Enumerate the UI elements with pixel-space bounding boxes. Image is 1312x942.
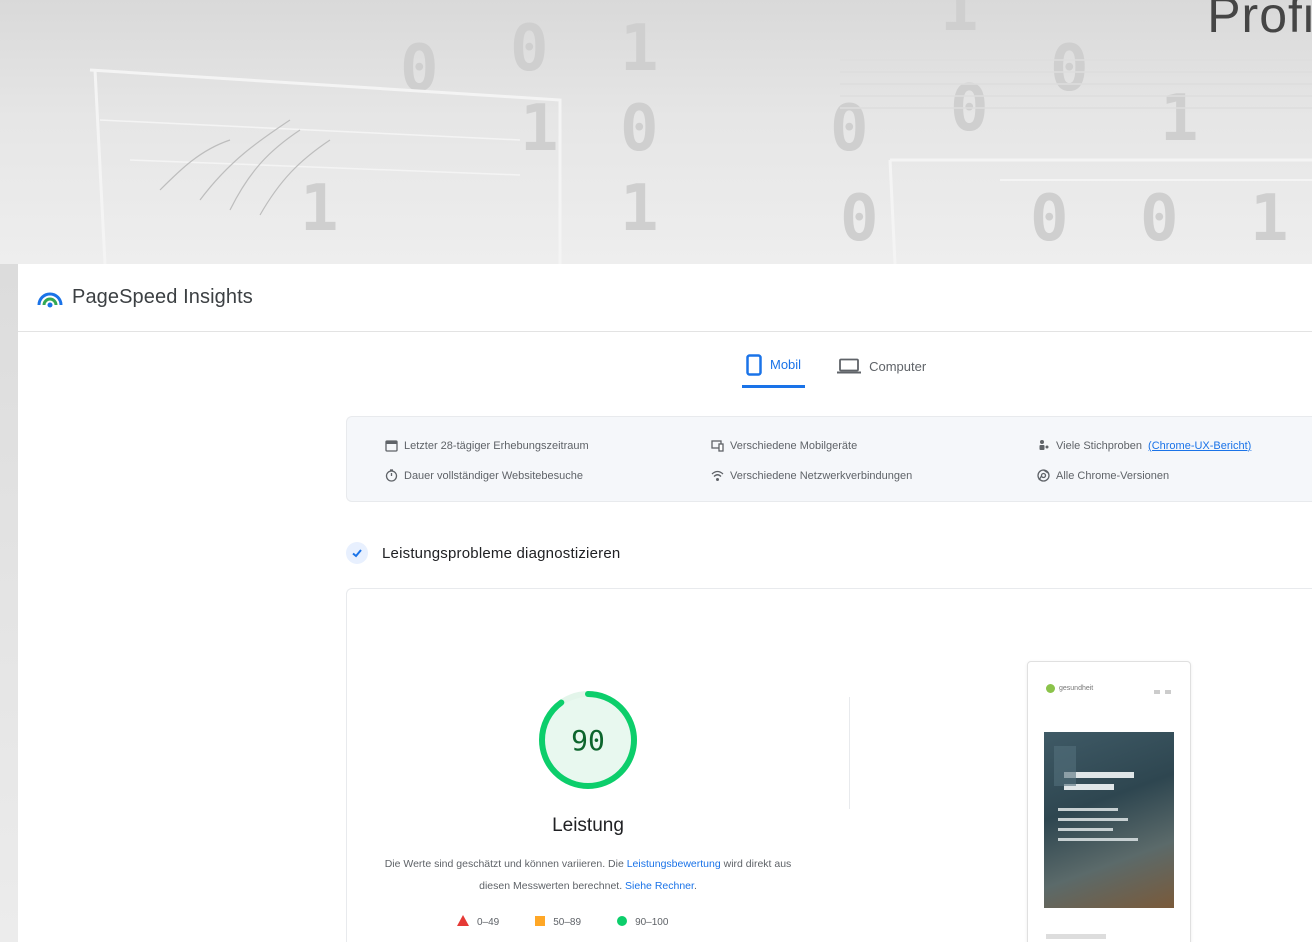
legend-item-poor: 0–49 bbox=[457, 915, 499, 929]
performance-description: Die Werte sind geschätzt und können vari… bbox=[384, 858, 792, 892]
top-app-bar: PageSpeed Insights bbox=[18, 264, 1312, 332]
legend-item-good: 90–100 bbox=[617, 915, 668, 929]
laptop-icon bbox=[837, 358, 862, 374]
chrome-ux-report-link[interactable]: (Chrome-UX-Bericht) bbox=[1148, 440, 1251, 452]
header-banner: 00 10 11 01 01 00 11 00 Profiti bbox=[0, 0, 1312, 264]
info-visit-duration: Dauer vollständiger Websitebesuche bbox=[385, 469, 583, 482]
score-legend: 0–49 50–89 90–100 bbox=[457, 915, 668, 929]
triangle-icon bbox=[457, 915, 469, 929]
calendar-icon bbox=[385, 439, 398, 452]
timer-icon bbox=[385, 469, 398, 482]
tab-computer[interactable]: Computer bbox=[833, 344, 930, 388]
wifi-icon bbox=[711, 469, 724, 482]
thumbnail-caption bbox=[1046, 934, 1106, 942]
svg-text:0: 0 bbox=[830, 92, 869, 166]
left-edge-background bbox=[0, 264, 18, 942]
field-data-info-box: Letzter 28-tägiger Erhebungszeitraum Dau… bbox=[346, 416, 1312, 502]
app-title[interactable]: PageSpeed Insights bbox=[72, 286, 253, 309]
smartphone-icon bbox=[746, 353, 762, 376]
svg-text:0: 0 bbox=[1140, 182, 1179, 256]
device-tabs: Mobil Computer bbox=[742, 344, 930, 388]
panel-divider bbox=[849, 697, 850, 809]
info-network-connections: Verschiedene Netzwerkverbindungen bbox=[711, 469, 912, 482]
svg-text:1: 1 bbox=[1250, 182, 1289, 256]
circle-icon bbox=[617, 915, 628, 929]
legend-item-average: 50–89 bbox=[535, 915, 581, 929]
chrome-icon bbox=[1037, 469, 1050, 482]
svg-text:1: 1 bbox=[300, 172, 339, 246]
svg-text:0: 0 bbox=[620, 92, 659, 166]
tab-mobile-label: Mobil bbox=[770, 357, 802, 372]
pagespeed-app: PageSpeed Insights Mobil Computer Letzte… bbox=[18, 264, 1312, 942]
pagespeed-logo-icon[interactable] bbox=[36, 287, 64, 309]
people-icon bbox=[1037, 439, 1050, 452]
performance-result-panel: 90 Leistung Die Werte sind geschätzt und… bbox=[346, 588, 1312, 942]
thumbnail-site-logo: gesundheit bbox=[1046, 684, 1093, 693]
svg-text:0: 0 bbox=[400, 32, 439, 106]
info-chrome-versions: Alle Chrome-Versionen bbox=[1037, 469, 1169, 482]
performance-score-link[interactable]: Leistungsbewertung bbox=[627, 858, 721, 870]
thumbnail-logo-icon bbox=[1046, 684, 1055, 693]
svg-text:1: 1 bbox=[620, 12, 659, 86]
svg-text:1: 1 bbox=[620, 172, 659, 246]
thumbnail-hero-graphic bbox=[1054, 746, 1138, 841]
svg-text:0: 0 bbox=[840, 182, 879, 256]
devices-icon bbox=[711, 439, 724, 452]
thumbnail-hero-image bbox=[1044, 732, 1174, 908]
tab-mobile[interactable]: Mobil bbox=[742, 344, 806, 388]
tab-computer-label: Computer bbox=[869, 358, 927, 374]
banner-background-graphic: 00 10 11 01 01 00 11 00 bbox=[89, 0, 1312, 264]
svg-text:1: 1 bbox=[1160, 82, 1199, 156]
performance-label: Leistung bbox=[552, 815, 624, 836]
svg-text:1: 1 bbox=[940, 0, 979, 46]
svg-text:0: 0 bbox=[1050, 32, 1089, 106]
diagnose-section-header[interactable]: Leistungsprobleme diagnostizieren bbox=[346, 542, 620, 564]
svg-text:0: 0 bbox=[1030, 182, 1069, 256]
page-screenshot-thumbnail: gesundheit bbox=[1027, 661, 1191, 942]
check-icon bbox=[346, 542, 368, 564]
svg-text:0: 0 bbox=[510, 12, 549, 86]
svg-text:0: 0 bbox=[950, 72, 989, 146]
diagnose-title: Leistungsprobleme diagnostizieren bbox=[382, 544, 621, 562]
calculator-link[interactable]: Siehe Rechner bbox=[625, 880, 694, 892]
svg-text:1: 1 bbox=[520, 92, 559, 166]
info-collection-period: Letzter 28-tägiger Erhebungszeitraum bbox=[385, 439, 589, 452]
info-mobile-devices: Verschiedene Mobilgeräte bbox=[711, 439, 857, 452]
thumbnail-menu-icon bbox=[1154, 690, 1171, 694]
performance-score: 90 bbox=[571, 723, 605, 757]
info-samples: Viele Stichproben (Chrome-UX-Bericht) bbox=[1037, 439, 1251, 452]
banner-title: Profiti bbox=[1207, 0, 1312, 43]
square-icon bbox=[535, 915, 546, 929]
